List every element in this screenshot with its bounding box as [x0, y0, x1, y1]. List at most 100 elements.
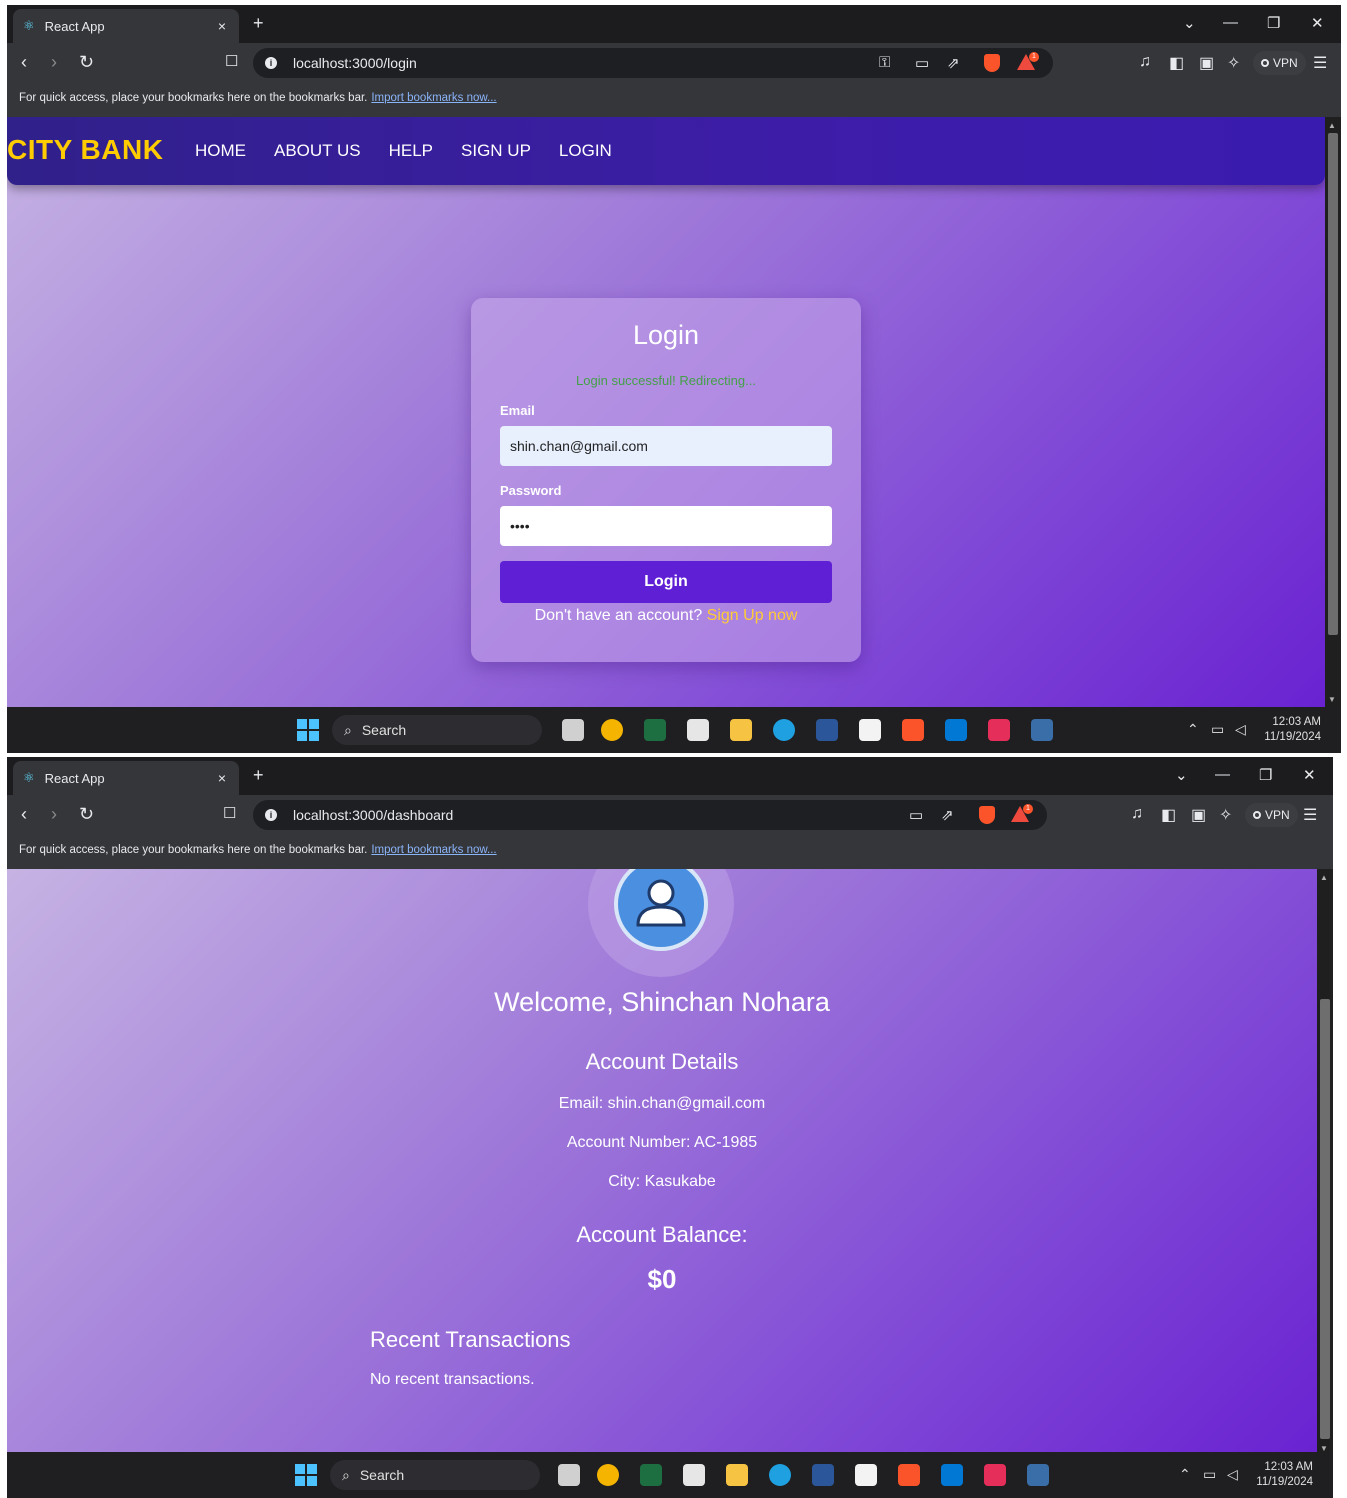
- cast-icon[interactable]: ▭: [915, 54, 929, 72]
- forward-icon[interactable]: ›: [51, 804, 57, 825]
- vpn-button[interactable]: VPN: [1245, 803, 1298, 827]
- minimize-icon[interactable]: —: [1223, 14, 1238, 31]
- login-button[interactable]: Login: [500, 561, 832, 603]
- back-icon[interactable]: ‹: [21, 804, 27, 825]
- mysql-icon[interactable]: [1027, 1464, 1049, 1486]
- brave-shields-icon[interactable]: [979, 806, 995, 824]
- snipping-tool-icon[interactable]: [683, 1464, 705, 1486]
- tab-close-icon[interactable]: ×: [211, 18, 233, 34]
- nav-sign-up[interactable]: SIGN UP: [461, 141, 531, 161]
- taskbar-search[interactable]: ⌕ Search: [332, 715, 542, 745]
- back-icon[interactable]: ‹: [21, 52, 27, 73]
- menu-icon[interactable]: ☰: [1303, 805, 1317, 825]
- vscode-icon[interactable]: [945, 719, 967, 741]
- windows-start-icon[interactable]: [295, 1464, 317, 1486]
- mysql-icon[interactable]: [1031, 719, 1053, 741]
- excel-icon[interactable]: [640, 1464, 662, 1486]
- reload-icon[interactable]: ↻: [79, 804, 94, 825]
- edge-icon[interactable]: [773, 719, 795, 741]
- brave-rewards-icon[interactable]: 1: [1011, 804, 1033, 822]
- page-scrollbar[interactable]: ▲ ▼: [1325, 117, 1341, 708]
- leo-ai-icon[interactable]: ✧: [1219, 805, 1232, 825]
- file-explorer-icon[interactable]: [730, 719, 752, 741]
- store-icon[interactable]: [859, 719, 881, 741]
- brand-logo[interactable]: CITY BANK: [7, 134, 163, 166]
- windows-start-icon[interactable]: [297, 719, 319, 741]
- forward-icon[interactable]: ›: [51, 52, 57, 73]
- reload-icon[interactable]: ↻: [79, 52, 94, 73]
- media-icon[interactable]: ♫: [1131, 805, 1143, 823]
- new-tab-button[interactable]: +: [253, 765, 264, 786]
- new-tab-button[interactable]: +: [253, 13, 264, 34]
- taskbar-clock[interactable]: 12:03 AM 11/19/2024: [1259, 715, 1321, 745]
- chrome-icon[interactable]: [601, 719, 623, 741]
- nav-about-us[interactable]: ABOUT US: [274, 141, 361, 161]
- nav-login[interactable]: LOGIN: [559, 141, 612, 161]
- network-icon[interactable]: ▭: [1203, 1466, 1216, 1483]
- password-key-icon[interactable]: ⚿: [879, 54, 890, 71]
- menu-icon[interactable]: ☰: [1313, 53, 1327, 73]
- word-icon[interactable]: [812, 1464, 834, 1486]
- restore-icon[interactable]: ❐: [1259, 766, 1272, 784]
- address-bar[interactable]: i localhost:3000/login ⚿ ▭ ⇗ 1: [253, 48, 1053, 78]
- tray-chevron-icon[interactable]: ⌃: [1179, 1466, 1191, 1483]
- chrome-icon[interactable]: [597, 1464, 619, 1486]
- address-bar[interactable]: i localhost:3000/dashboard ▭ ⇗ 1: [253, 800, 1047, 830]
- tab-search-chevron-icon[interactable]: ⌄: [1183, 14, 1196, 32]
- import-bookmarks-link[interactable]: Import bookmarks now...: [371, 92, 496, 104]
- store-icon[interactable]: [855, 1464, 877, 1486]
- brave-taskbar-icon[interactable]: [902, 719, 924, 741]
- bookmark-icon[interactable]: ☐: [225, 52, 238, 70]
- scroll-thumb[interactable]: [1328, 133, 1338, 635]
- file-explorer-icon[interactable]: [726, 1464, 748, 1486]
- email-field[interactable]: [500, 426, 832, 466]
- scroll-thumb[interactable]: [1320, 999, 1330, 1439]
- tab-close-icon[interactable]: ×: [211, 770, 233, 786]
- restore-icon[interactable]: ❐: [1267, 14, 1280, 32]
- browser-tab[interactable]: ⚛ React App ×: [13, 9, 239, 43]
- nav-help[interactable]: HELP: [389, 141, 433, 161]
- share-icon[interactable]: ⇗: [941, 806, 954, 824]
- edge-icon[interactable]: [769, 1464, 791, 1486]
- import-bookmarks-link[interactable]: Import bookmarks now...: [371, 844, 496, 856]
- page-scrollbar[interactable]: ▲ ▼: [1317, 869, 1333, 1457]
- browser-tab[interactable]: ⚛ React App ×: [13, 761, 239, 795]
- tab-search-chevron-icon[interactable]: ⌄: [1175, 766, 1188, 784]
- scroll-down-icon[interactable]: ▼: [1328, 695, 1336, 704]
- volume-icon[interactable]: ◁: [1235, 721, 1246, 738]
- site-info-icon[interactable]: i: [265, 809, 277, 821]
- tray-chevron-icon[interactable]: ⌃: [1187, 721, 1199, 738]
- site-info-icon[interactable]: i: [265, 57, 277, 69]
- close-window-icon[interactable]: ✕: [1311, 14, 1324, 32]
- cast-icon[interactable]: ▭: [909, 806, 923, 824]
- scroll-up-icon[interactable]: ▲: [1320, 873, 1328, 882]
- task-view-icon[interactable]: [562, 719, 584, 741]
- taskbar-clock[interactable]: 12:03 AM 11/19/2024: [1251, 1460, 1313, 1490]
- bookmark-icon[interactable]: ☐: [223, 804, 236, 822]
- volume-icon[interactable]: ◁: [1227, 1466, 1238, 1483]
- media-icon[interactable]: ♫: [1139, 53, 1151, 71]
- share-icon[interactable]: ⇗: [947, 54, 960, 72]
- signup-link[interactable]: Sign Up now: [707, 607, 798, 624]
- brave-taskbar-icon[interactable]: [898, 1464, 920, 1486]
- task-view-icon[interactable]: [558, 1464, 580, 1486]
- snipping-tool-icon[interactable]: [687, 719, 709, 741]
- sidebar-icon[interactable]: ◧: [1169, 53, 1184, 73]
- scroll-up-icon[interactable]: ▲: [1328, 121, 1336, 130]
- vscode-icon[interactable]: [941, 1464, 963, 1486]
- close-window-icon[interactable]: ✕: [1303, 766, 1316, 784]
- excel-icon[interactable]: [644, 719, 666, 741]
- wallet-icon[interactable]: ▣: [1199, 53, 1214, 73]
- intellij-icon[interactable]: [984, 1464, 1006, 1486]
- word-icon[interactable]: [816, 719, 838, 741]
- wallet-icon[interactable]: ▣: [1191, 805, 1206, 825]
- taskbar-search[interactable]: ⌕ Search: [330, 1460, 540, 1490]
- network-icon[interactable]: ▭: [1211, 721, 1224, 738]
- vpn-button[interactable]: VPN: [1253, 51, 1306, 75]
- leo-ai-icon[interactable]: ✧: [1227, 53, 1240, 73]
- intellij-icon[interactable]: [988, 719, 1010, 741]
- nav-home[interactable]: HOME: [195, 141, 246, 161]
- brave-shields-icon[interactable]: [984, 54, 1000, 72]
- minimize-icon[interactable]: —: [1215, 766, 1230, 783]
- sidebar-icon[interactable]: ◧: [1161, 805, 1176, 825]
